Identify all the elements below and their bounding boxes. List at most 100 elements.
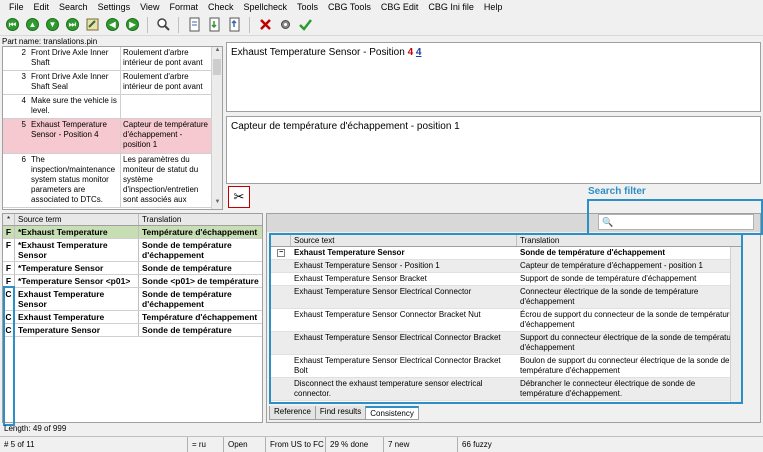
term-translation: Température d'échappement [142, 227, 258, 237]
scroll-down-icon[interactable]: ▼ [212, 199, 222, 209]
status-open: Open [224, 437, 266, 452]
term-source: *Temperature Sensor <p01> [15, 275, 139, 287]
term-row[interactable]: F *Temperature Sensor <p01> Sonde <p01> … [3, 275, 262, 288]
first-segment-icon[interactable]: ⏮ [4, 16, 21, 33]
segment-row[interactable]: 3 Front Drive Axle Inner Shaft Seal Roul… [3, 71, 222, 95]
consistency-grid[interactable]: Source text Translation − Exhaust Temper… [269, 233, 743, 404]
consistency-row[interactable]: Exhaust Temperature Sensor Electrical Co… [271, 286, 741, 309]
termbase-grid[interactable]: * Source term Translation F *Exhaust Tem… [2, 213, 263, 423]
menu-cbg-edit[interactable]: CBG Edit [376, 2, 424, 12]
term-row[interactable]: F *Temperature Sensor Sonde de températu… [3, 262, 262, 275]
tab-consistency[interactable]: Consistency [365, 406, 419, 420]
segment-row[interactable]: 4 Make sure the vehicle is level. [3, 95, 222, 119]
tab-find-results[interactable]: Find results [314, 406, 367, 420]
consistency-translation: Support du connecteur électrique de la s… [520, 333, 738, 352]
collapse-icon[interactable]: − [277, 249, 285, 257]
term-row[interactable]: C Temperature Sensor Sonde de températur… [3, 324, 262, 337]
source-text-column-header[interactable]: Source text [291, 235, 517, 246]
down-arrow-icon[interactable]: ▼ [44, 16, 61, 33]
consistency-source: Disconnect the exhaust temperature senso… [294, 379, 483, 398]
status-direction: From US to FC [266, 437, 326, 452]
menu-cbg-tools[interactable]: CBG Tools [323, 2, 376, 12]
search-filter-label: Search filter [588, 186, 646, 197]
segment-list-scrollbar[interactable]: ▲ ▼ [211, 47, 222, 209]
reject-icon[interactable] [257, 16, 274, 33]
consistency-header: Source text Translation [271, 235, 741, 247]
term-flag: F [3, 226, 15, 238]
flag-column-header[interactable]: * [3, 214, 15, 225]
term-row[interactable]: C Exhaust Temperature Température d'écha… [3, 311, 262, 324]
consistency-flag-highlight [3, 286, 15, 426]
consistency-source: Exhaust Temperature Sensor Electrical Co… [294, 333, 501, 342]
consistency-group-row[interactable]: − Exhaust Temperature Sensor Sonde de te… [271, 247, 741, 260]
scroll-thumb[interactable] [213, 59, 221, 75]
source-text-editor[interactable]: Exhaust Temperature Sensor - Position 4 … [226, 42, 761, 112]
scroll-up-icon[interactable]: ▲ [212, 47, 222, 57]
consistency-row[interactable]: Disconnect the exhaust temperature senso… [271, 378, 741, 401]
search-filter-field[interactable]: 🔍 [598, 214, 754, 230]
settings-gear-icon[interactable] [277, 16, 294, 33]
segment-list[interactable]: 2 Front Drive Axle Inner Shaft Roulement… [2, 46, 223, 210]
term-translation: Sonde de température d'échappement [142, 240, 232, 260]
next-icon[interactable]: ▶ [124, 16, 141, 33]
consistency-translation: Boulon de support du connecteur électriq… [520, 356, 730, 375]
menu-edit[interactable]: Edit [29, 2, 55, 12]
import-document-icon[interactable] [206, 16, 223, 33]
menu-tools[interactable]: Tools [292, 2, 323, 12]
termbase-header: * Source term Translation [3, 214, 262, 226]
translation-column-header[interactable]: Translation [517, 235, 741, 246]
find-icon[interactable] [155, 16, 172, 33]
up-arrow-icon[interactable]: ▲ [24, 16, 41, 33]
edit-segment-icon[interactable] [84, 16, 101, 33]
status-fuzzy-count: 66 fuzzy [462, 440, 492, 449]
consistency-source: Exhaust Temperature Sensor Connector Bra… [294, 310, 481, 319]
menu-search[interactable]: Search [54, 2, 93, 12]
consistency-row[interactable]: Exhaust Temperature Sensor - Position 1 … [271, 260, 741, 273]
scissors-icon[interactable]: ✂ [228, 186, 250, 208]
status-segment-position: # 5 of 11 [0, 437, 188, 452]
tag-marker[interactable]: 4 [408, 47, 414, 58]
term-translation: Sonde de température d'échappement [142, 289, 232, 309]
tag-number-link[interactable]: 4 [416, 47, 422, 58]
menu-spellcheck[interactable]: Spellcheck [238, 2, 292, 12]
menu-view[interactable]: View [135, 2, 164, 12]
status-new-count: 7 new [384, 437, 458, 452]
term-source: *Temperature Sensor [15, 262, 139, 274]
term-source: *Exhaust Temperature Sensor [15, 239, 139, 261]
menu-cbg-ini-file[interactable]: CBG Ini file [423, 2, 479, 12]
source-term-column-header[interactable]: Source term [15, 214, 139, 225]
menu-help[interactable]: Help [479, 2, 508, 12]
tab-reference[interactable]: Reference [269, 406, 316, 420]
consistency-row[interactable]: Exhaust Temperature Sensor Bracket Suppo… [271, 273, 741, 286]
segment-row[interactable]: 2 Front Drive Axle Inner Shaft Roulement… [3, 47, 222, 71]
term-row[interactable]: F *Exhaust Temperature Température d'éch… [3, 226, 262, 239]
last-segment-icon[interactable]: ⏭ [64, 16, 81, 33]
search-filter-input[interactable] [617, 215, 753, 229]
toolbar: ⏮ ▲ ▼ ⏭ ◀ ▶ [0, 14, 763, 36]
menu-check[interactable]: Check [203, 2, 239, 12]
consistency-row[interactable]: Exhaust Temperature Sensor Connector Bra… [271, 309, 741, 332]
menu-file[interactable]: File [4, 2, 29, 12]
status-percent-done: 29 % done [326, 437, 384, 452]
consistency-translation: Débrancher le connecteur électrique de s… [520, 379, 696, 398]
menu-format[interactable]: Format [164, 2, 203, 12]
term-row[interactable]: F *Exhaust Temperature Sensor Sonde de t… [3, 239, 262, 262]
segment-row-selected[interactable]: 5 Exhaust Temperature Sensor - Position … [3, 119, 222, 154]
translation-column-header[interactable]: Translation [139, 214, 262, 225]
term-row[interactable]: C Exhaust Temperature Sensor Sonde de te… [3, 288, 262, 311]
consistency-row[interactable]: Exhaust Temperature Sensor Electrical Co… [271, 355, 741, 378]
consistency-translation: Sonde de température d'échappement [520, 248, 666, 257]
status-bar: # 5 of 11 = ru Open From US to FC 29 % d… [0, 436, 763, 452]
segment-row[interactable]: 6 The inspection/maintenance system stat… [3, 154, 222, 208]
target-text-editor[interactable]: Capteur de température d'échappement - p… [226, 116, 761, 184]
menu-bar: File Edit Search Settings View Format Ch… [0, 0, 763, 14]
previous-icon[interactable]: ◀ [104, 16, 121, 33]
menu-settings[interactable]: Settings [93, 2, 136, 12]
consistency-row[interactable]: Exhaust Temperature Sensor Electrical Co… [271, 332, 741, 355]
export-document-icon[interactable] [226, 16, 243, 33]
consistency-scrollbar[interactable] [730, 247, 741, 402]
segment-target: Capteur de température d'échappement - p… [123, 120, 208, 149]
open-document-icon[interactable] [186, 16, 203, 33]
confirm-checkmark-icon[interactable] [297, 16, 314, 33]
consistency-translation: Connecteur électrique de la sonde de tem… [520, 287, 699, 306]
